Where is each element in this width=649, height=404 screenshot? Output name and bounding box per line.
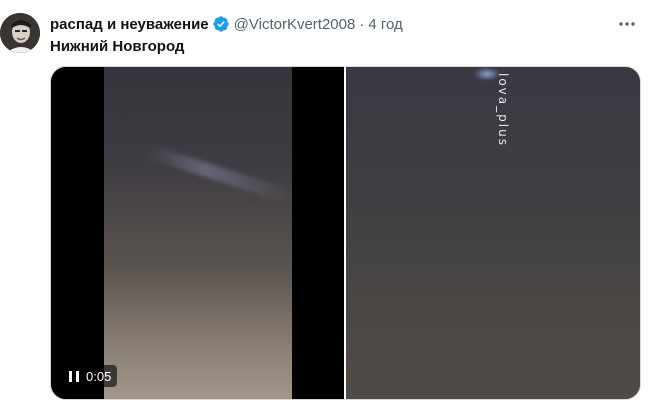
video-elapsed-time: 0:05 [86, 368, 112, 384]
author-handle[interactable]: @VictorKvert2008 [234, 16, 356, 33]
video-frame-left-content [104, 67, 293, 399]
video-watermark: lova_plus [496, 73, 510, 147]
video-player[interactable]: lova_plus 0:05 [50, 66, 641, 400]
avatar[interactable] [0, 13, 40, 53]
avatar-image [0, 13, 40, 53]
verified-badge-icon [212, 15, 230, 33]
video-frame-right: lova_plus [346, 67, 640, 399]
video-frame-left [51, 67, 344, 399]
tweet-header: распад и неуважение @VictorKvert2008 · 4… [50, 14, 403, 34]
pause-icon[interactable] [69, 370, 79, 382]
tweet-timestamp[interactable]: 4 год [368, 16, 402, 33]
tweet[interactable]: распад и неуважение @VictorKvert2008 · 4… [0, 0, 649, 404]
more-options-icon[interactable] [617, 14, 637, 34]
author-display-name[interactable]: распад и неуважение [50, 16, 209, 33]
separator-dot: · [359, 15, 365, 33]
playback-control[interactable]: 0:05 [63, 365, 118, 387]
tweet-text: Нижний Новгород [50, 38, 185, 55]
sky-streak [145, 144, 293, 204]
